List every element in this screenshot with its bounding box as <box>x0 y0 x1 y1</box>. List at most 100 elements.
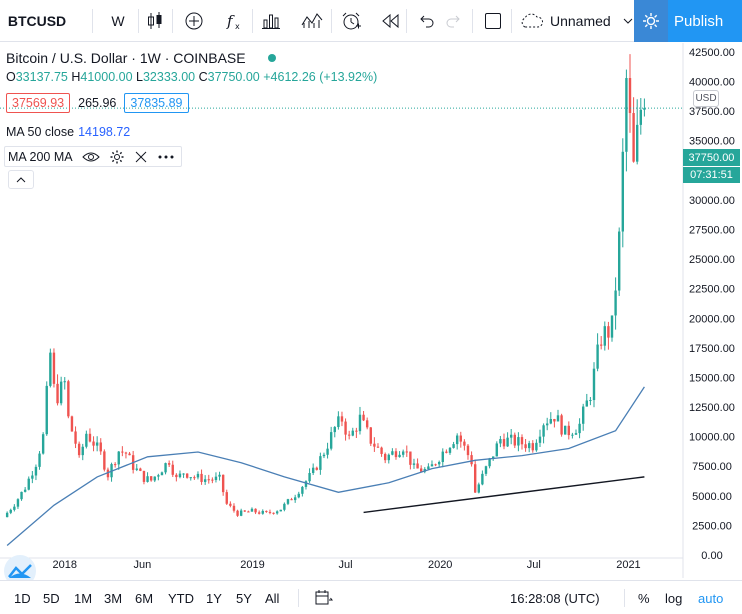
candle-body <box>311 467 315 473</box>
candle-body <box>121 451 124 453</box>
currency-button[interactable]: USD <box>693 90 719 107</box>
price-tick-label: 37500.00 <box>689 106 735 118</box>
candle-body <box>283 503 286 510</box>
candles-layer <box>5 54 646 518</box>
sell-button[interactable]: 37569.93 <box>6 93 71 113</box>
layout-name-button[interactable]: Unnamed <box>518 0 638 42</box>
redo-icon <box>446 15 460 28</box>
time-tick-label: 2018 <box>53 559 77 571</box>
candle-body <box>315 467 318 470</box>
alarm-clock-icon <box>342 12 361 30</box>
symbol-search-button[interactable]: BTCUSD <box>6 0 68 42</box>
compare-button[interactable] <box>182 0 206 42</box>
close-icon[interactable] <box>134 150 148 164</box>
candle-body <box>632 113 635 162</box>
candle-body <box>103 451 106 470</box>
candle-body <box>466 445 470 456</box>
log-toggle[interactable]: log <box>665 581 682 614</box>
candle-body <box>470 455 473 465</box>
range-button-1m[interactable]: 1M <box>74 581 92 614</box>
interval-button[interactable]: W <box>104 0 132 42</box>
replay-button[interactable] <box>378 0 404 42</box>
range-button-6m[interactable]: 6M <box>135 581 153 614</box>
more-icon[interactable] <box>157 154 175 160</box>
candle-body <box>254 508 257 513</box>
redo-button[interactable] <box>442 0 466 42</box>
candle-body <box>329 432 333 449</box>
candle-body <box>502 439 506 447</box>
range-button-5y[interactable]: 5Y <box>236 581 252 614</box>
undo-button[interactable] <box>414 0 438 42</box>
candle-body <box>81 446 84 456</box>
range-button-1y[interactable]: 1Y <box>206 581 222 614</box>
percent-toggle[interactable]: % <box>638 581 650 614</box>
candle-body <box>394 451 398 458</box>
templates-button[interactable] <box>299 0 325 42</box>
auto-scale-toggle[interactable]: auto <box>698 581 723 614</box>
candle-body <box>49 352 52 386</box>
candles-style-button[interactable] <box>144 0 166 42</box>
undo-icon <box>420 15 434 28</box>
clock-button[interactable]: 16:28:08 (UTC) <box>510 581 600 614</box>
candle-body <box>581 406 585 424</box>
range-button-all[interactable]: All <box>265 581 279 614</box>
range-button-1d[interactable]: 1D <box>14 581 31 614</box>
candle-body <box>189 477 192 479</box>
candle-body <box>499 439 502 444</box>
candle-body <box>301 486 304 494</box>
candle-body <box>481 473 484 485</box>
candle-body <box>38 453 41 467</box>
financials-button[interactable] <box>258 0 284 42</box>
fullscreen-button[interactable] <box>481 0 505 42</box>
candle-body <box>85 433 88 447</box>
chart-area[interactable]: 42500.0040000.0037500.0035000.0032500.00… <box>0 43 742 614</box>
overlays-layer <box>0 107 683 546</box>
candle-body <box>509 434 513 438</box>
candle-body <box>391 451 394 455</box>
time-tick-label: 2020 <box>428 559 452 571</box>
price-tick-label: 42500.00 <box>689 47 735 59</box>
candle-body <box>117 451 120 465</box>
ma50-legend[interactable]: MA 50 close 14198.72 <box>6 125 130 139</box>
settings-icon[interactable] <box>109 149 125 165</box>
price-tick-label: 20000.00 <box>689 313 735 325</box>
bottom-toolbar: 1D 5D 1M 3M 6M YTD 1Y 5Y All 16:28:08 (UTC) % lo… <box>0 580 742 614</box>
price-tick-label: 22500.00 <box>689 284 735 296</box>
candle-body <box>142 470 146 482</box>
time-tick-label: Jul <box>527 559 541 571</box>
candle-body <box>135 468 138 470</box>
candle-body <box>477 484 480 493</box>
collapse-legend-button[interactable] <box>8 170 34 189</box>
candle-body <box>247 511 250 513</box>
candle-body <box>149 476 153 481</box>
goto-date-button[interactable] <box>314 581 334 614</box>
candle-body <box>171 464 174 475</box>
candle-body <box>527 443 531 449</box>
eye-icon[interactable] <box>81 151 100 163</box>
candle-body <box>596 344 599 369</box>
candle-body <box>531 443 534 451</box>
range-button-3m[interactable]: 3M <box>104 581 122 614</box>
indicators-button[interactable]: fx <box>222 0 246 42</box>
symbol-description[interactable]: Bitcoin / U.S. Dollar · 1W · COINBASE <box>6 50 246 66</box>
publish-button[interactable]: Publish <box>634 0 742 42</box>
candle-body <box>275 511 279 514</box>
alert-button[interactable] <box>337 0 365 42</box>
candle-body <box>574 433 578 435</box>
range-button-ytd[interactable]: YTD <box>168 581 194 614</box>
price-tick-label: 5000.00 <box>692 491 732 503</box>
candle-body <box>175 474 178 478</box>
candle-body <box>517 437 520 446</box>
candle-body <box>167 463 171 465</box>
candle-body <box>571 434 574 436</box>
candle-body <box>74 431 77 444</box>
buy-button[interactable]: 37835.89 <box>124 93 189 113</box>
range-button-5d[interactable]: 5D <box>43 581 60 614</box>
candle-body <box>27 478 30 490</box>
price-chart[interactable]: 42500.0040000.0037500.0035000.0032500.00… <box>0 43 742 578</box>
market-status-icon[interactable] <box>267 54 276 62</box>
ma200-legend[interactable]: MA 200 MA <box>4 146 182 167</box>
candle-body <box>59 381 63 404</box>
candle-body <box>553 419 556 422</box>
candle-body <box>434 464 437 466</box>
